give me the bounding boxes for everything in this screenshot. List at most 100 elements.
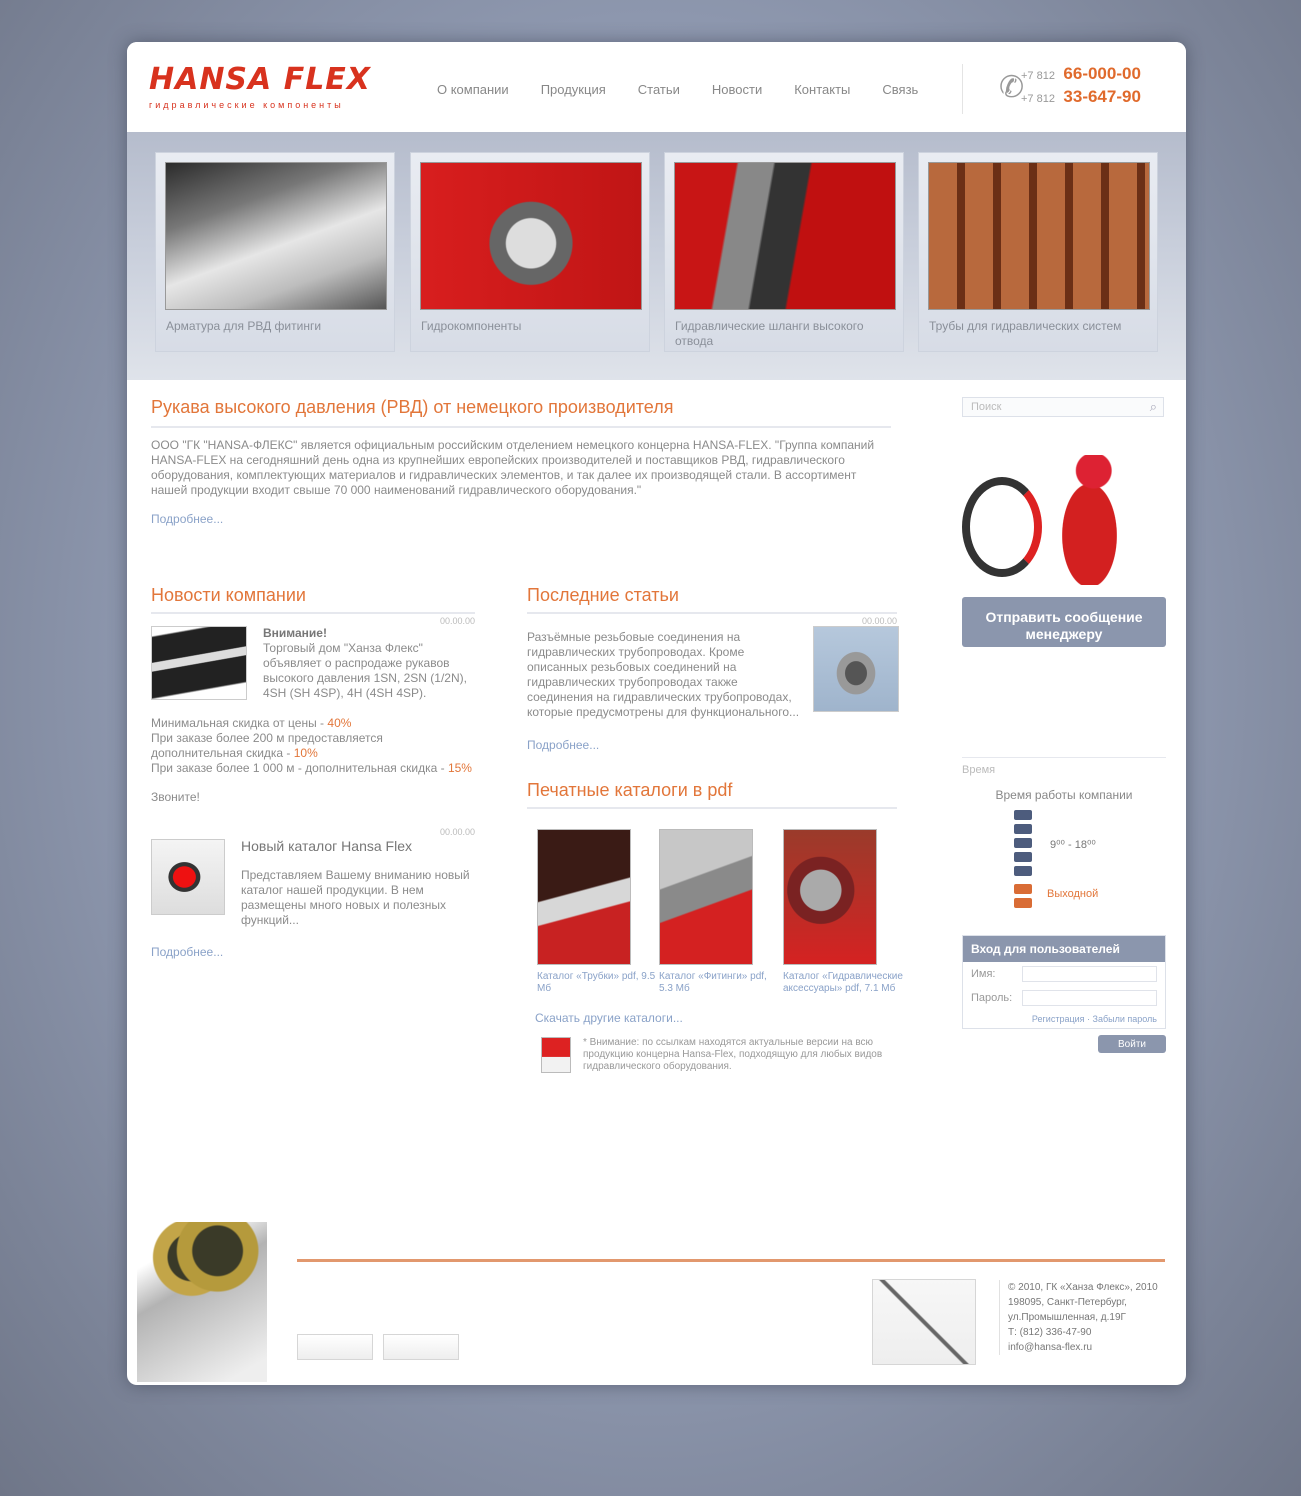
- login-name-label: Имя:: [971, 968, 996, 980]
- hours-off: Выходной: [1047, 888, 1099, 900]
- location-map[interactable]: [872, 1279, 976, 1365]
- login-pass-row: Пароль:: [963, 986, 1165, 1010]
- banner-slide-4[interactable]: Трубы для гидравлических систем: [918, 152, 1158, 352]
- banner: Арматура для РВД фитинги Гидрокомпоненты…: [127, 132, 1186, 380]
- contact-manager-button[interactable]: Отправить сообщение менеджеру: [962, 597, 1166, 647]
- promo-line-2: При заказе более 200 м предоставляется д…: [151, 731, 383, 760]
- hours-title: Время работы компании: [995, 788, 1133, 802]
- catalog-caption-3[interactable]: Каталог «Гидравлические аксессуары» pdf,…: [783, 971, 903, 995]
- login-button[interactable]: Войти: [1098, 1035, 1166, 1053]
- catalog-caption-2[interactable]: Каталог «Фитинги» pdf, 5.3 Мб: [659, 971, 779, 995]
- nav-item-products[interactable]: Продукция: [541, 82, 606, 97]
- articles-title: Последние статьи: [527, 585, 897, 614]
- banner-slide-2[interactable]: Гидрокомпоненты: [410, 152, 650, 352]
- nav-item-news[interactable]: Новости: [712, 82, 762, 97]
- banner-slide-3[interactable]: Гидравлические шланги высокого отвода: [664, 152, 904, 352]
- news-thumb[interactable]: [151, 626, 247, 700]
- nav-item-contacts[interactable]: Контакты: [794, 82, 850, 97]
- sidebar: Поиск ⌕ Отправить сообщение менеджеру Вр…: [962, 397, 1166, 1053]
- news-date: 00.00.00: [439, 827, 475, 837]
- news-more-link[interactable]: Подробнее...: [151, 945, 223, 959]
- news-title: Новости компании: [151, 585, 475, 614]
- articles-section: Последние статьи 00.00.00 Разъёмные резь…: [527, 585, 903, 1081]
- login-form: Вход для пользователей Имя: Пароль: Реги…: [962, 935, 1166, 1029]
- page-title: Рукава высокого давления (РВД) от немецк…: [151, 397, 891, 428]
- login-title: Вход для пользователей: [963, 936, 1165, 962]
- news-section: Новости компании 00.00.00 Внимание! Торг…: [151, 585, 475, 961]
- main-content: Рукава высокого давления (РВД) от немецк…: [151, 397, 903, 1073]
- articles-date: 00.00.00: [861, 616, 897, 626]
- intro-more-link[interactable]: Подробнее...: [151, 512, 223, 526]
- partner-logo-2[interactable]: [383, 1334, 459, 1360]
- nav-item-about[interactable]: О компании: [437, 82, 509, 97]
- email-link[interactable]: info@hansa-flex.ru: [1008, 1340, 1184, 1355]
- catalogs-note: * Внимание: по ссылкам находятся актуаль…: [583, 1037, 883, 1072]
- login-password-input[interactable]: [1022, 990, 1157, 1006]
- slide-image: [928, 162, 1150, 310]
- catalog-caption-1[interactable]: Каталог «Трубки» pdf, 9.5 Мб: [537, 971, 657, 995]
- phone-line-2: +7 812 33-647-90: [1021, 87, 1141, 106]
- promo-line-1: Минимальная скидка от цены - 40%: [151, 716, 352, 730]
- slide-caption: Гидравлические шланги высокого отвода: [675, 319, 864, 348]
- nav-item-feedback[interactable]: Связь: [882, 82, 918, 97]
- catalog-cover-2[interactable]: [659, 829, 753, 965]
- phone-icon: ✆: [999, 71, 1025, 104]
- slide-image: [674, 162, 896, 310]
- header: HANSA FLEX гидравлические компоненты О к…: [127, 42, 1186, 132]
- hours-time: 9⁰⁰ - 18⁰⁰: [1050, 839, 1096, 851]
- slide-image: [420, 162, 642, 310]
- catalogs-other-link[interactable]: Скачать другие каталоги...: [535, 1011, 683, 1025]
- day-tue: [1014, 824, 1032, 834]
- news-thumb[interactable]: [151, 839, 225, 915]
- day-sat: [1014, 884, 1032, 894]
- address-line: ул.Промышленная, д.19Г: [1008, 1312, 1126, 1323]
- logo-subtitle: гидравлические компоненты: [149, 100, 344, 110]
- main-nav: О компании Продукция Статьи Новости Конт…: [437, 82, 950, 97]
- page: HANSA FLEX гидравлические компоненты О к…: [127, 42, 1186, 1385]
- mascot-illustration: [962, 447, 1166, 597]
- article-thumb[interactable]: [813, 626, 899, 712]
- news-date: 00.00.00: [439, 616, 475, 626]
- news-hurry: Звоните!: [151, 790, 200, 804]
- partner-logo-1[interactable]: [297, 1334, 373, 1360]
- news-item-text: Представляем Вашему вниманию новый катал…: [241, 868, 470, 927]
- login-name-row: Имя:: [963, 962, 1165, 986]
- day-mon: [1014, 810, 1032, 820]
- logo[interactable]: HANSA FLEX гидравлические компоненты: [149, 62, 409, 114]
- footer-divider: [297, 1259, 1165, 1262]
- address-line: 198095, Санкт-Петербург,: [1008, 1297, 1127, 1308]
- banner-slide-1[interactable]: Арматура для РВД фитинги: [155, 152, 395, 352]
- search-box[interactable]: Поиск ⌕: [962, 397, 1164, 417]
- articles-more-link[interactable]: Подробнее...: [527, 738, 599, 752]
- address-line: Т: (812) 336-47-90: [1008, 1327, 1092, 1338]
- slide-caption: Арматура для РВД фитинги: [166, 319, 322, 333]
- day-wed: [1014, 838, 1032, 848]
- hose-coil-icon: [962, 477, 1042, 577]
- news-item-title[interactable]: Новый каталог Hansa Flex: [241, 839, 475, 854]
- logo-text: HANSA FLEX: [149, 62, 371, 97]
- phone-block: ✆ +7 812 66-000-00 +7 812 33-647-90: [962, 64, 1167, 114]
- week-chart: 9⁰⁰ - 18⁰⁰ Выходной: [962, 810, 1166, 910]
- search-icon[interactable]: ⌕: [1150, 399, 1157, 415]
- catalogs-title: Печатные каталоги в pdf: [527, 780, 897, 809]
- search-input[interactable]: Поиск: [971, 401, 1001, 413]
- footer-hose-image: [137, 1222, 267, 1382]
- hours-heading: Время: [962, 764, 996, 776]
- login-links[interactable]: Регистрация · Забыли пароль: [963, 1010, 1165, 1028]
- promo-line-3: При заказе более 1 000 м - дополнительна…: [151, 761, 472, 775]
- slide-caption: Гидрокомпоненты: [421, 319, 522, 333]
- news-item-title[interactable]: Внимание!: [263, 626, 475, 641]
- footer-address: © 2010, ГК «Ханза Флекс», 2010 198095, С…: [999, 1280, 1184, 1355]
- catalog-cover-1[interactable]: [537, 829, 631, 965]
- day-thu: [1014, 852, 1032, 862]
- partner-logos: [297, 1334, 459, 1360]
- intro-text: ООО "ГК "HANSA-ФЛЕКС" является официальн…: [151, 438, 875, 497]
- address-line: © 2010, ГК «Ханза Флекс», 2010: [1008, 1282, 1158, 1293]
- article-text: Разъёмные резьбовые соединения на гидрав…: [527, 630, 800, 719]
- phone-line-1: +7 812 66-000-00: [1021, 64, 1141, 83]
- slide-image: [165, 162, 387, 310]
- catalog-cover-3[interactable]: [783, 829, 877, 965]
- login-name-input[interactable]: [1022, 966, 1157, 982]
- slide-caption: Трубы для гидравлических систем: [929, 319, 1122, 333]
- nav-item-articles[interactable]: Статьи: [638, 82, 680, 97]
